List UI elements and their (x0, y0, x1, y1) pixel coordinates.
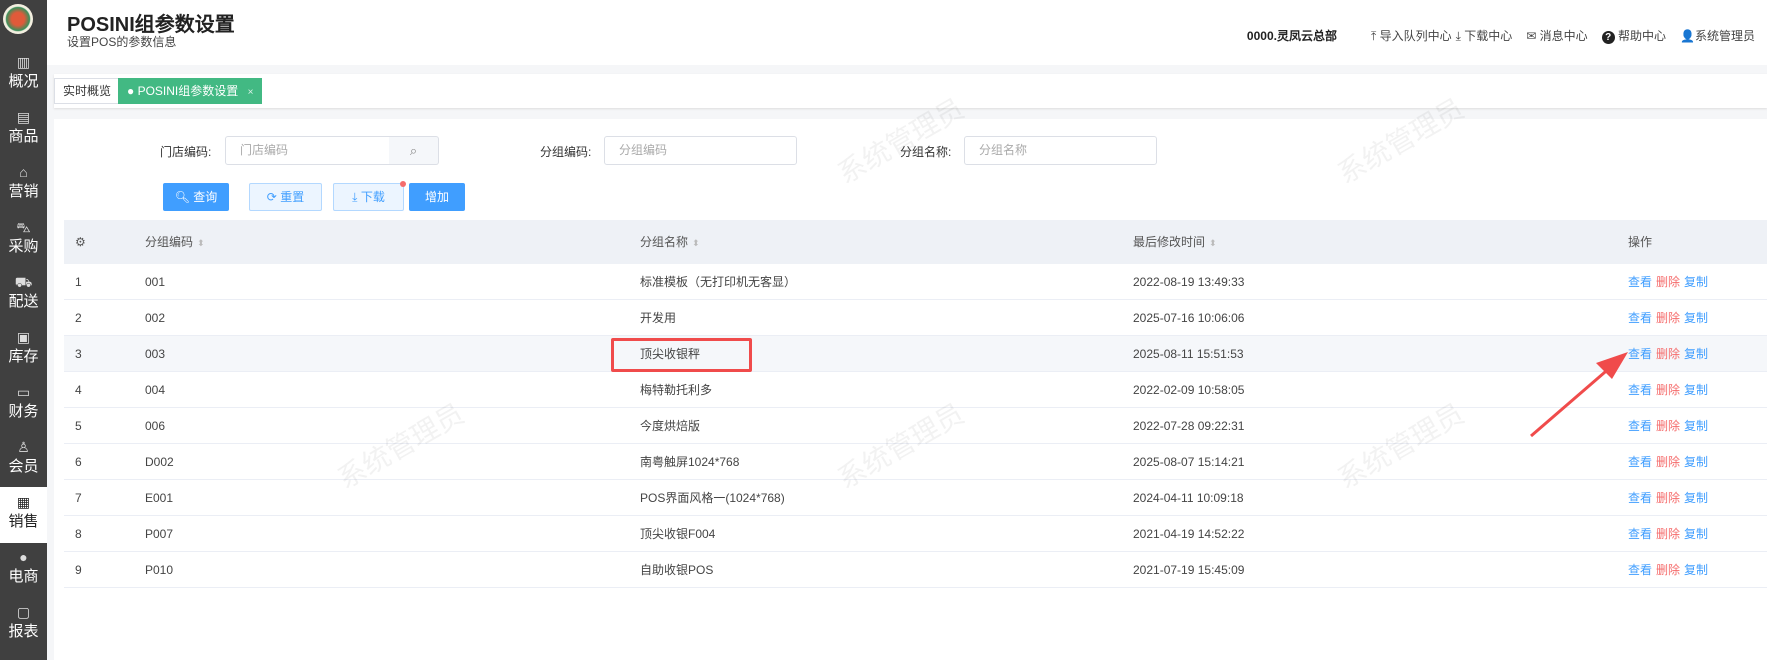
annotation-arrow (1530, 352, 1628, 438)
